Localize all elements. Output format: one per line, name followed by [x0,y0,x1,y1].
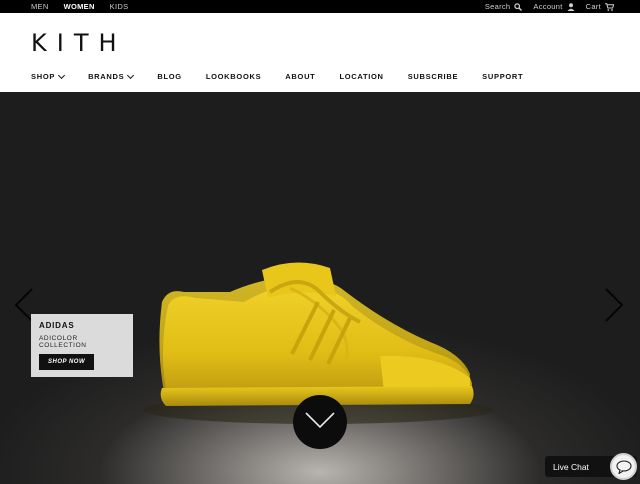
promo-brand: ADIDAS [39,321,75,330]
gender-tab-kids[interactable]: KIDS [110,2,129,11]
chevron-right-icon[interactable] [604,288,624,322]
promo-collection: ADICOLOR COLLECTION [39,335,87,349]
nav-about[interactable]: ABOUT [285,72,315,81]
nav-brands-label: BRANDS [88,72,125,81]
account-icon [567,2,575,11]
nav-subscribe[interactable]: SUBSCRIBE [408,72,458,81]
chevron-down-icon [58,71,66,79]
chevron-down-icon [127,71,135,79]
site-header: KITH SHOP BRANDS BLOG LOOKBOOKS ABOUT LO… [0,13,640,92]
search-label: Search [484,2,511,11]
hero-slider: ADIDAS ADICOLOR COLLECTION SHOP NOW Live… [0,92,640,484]
promo-card: ADIDAS ADICOLOR COLLECTION SHOP NOW [31,314,133,377]
nav-blog[interactable]: BLOG [157,72,181,81]
chat-bubble-button[interactable] [610,453,637,480]
kith-logo[interactable]: KITH [31,29,127,57]
account-link[interactable]: Account [533,2,575,11]
search-link[interactable]: Search [485,2,523,11]
nav-shop-label: SHOP [31,72,56,81]
main-nav: SHOP BRANDS BLOG LOOKBOOKS ABOUT LOCATIO… [31,71,547,81]
scroll-down-button[interactable] [293,395,347,449]
cart-label: Cart [585,2,601,11]
search-icon [514,2,523,11]
nav-lookbooks[interactable]: LOOKBOOKS [206,72,261,81]
cart-link[interactable]: Cart [586,2,614,11]
nav-location[interactable]: LOCATION [339,72,383,81]
gender-tab-men[interactable]: MEN [31,2,49,11]
top-bar: MEN WOMEN KIDS Search Account Cart [0,0,640,13]
cart-icon [605,2,614,11]
nav-shop[interactable]: SHOP [31,71,66,81]
gender-tabs: MEN WOMEN KIDS [31,0,128,13]
nav-brands[interactable]: BRANDS [88,71,135,81]
live-chat-label: Live Chat [553,461,589,472]
shop-now-button[interactable]: SHOP NOW [39,354,95,370]
nav-support[interactable]: SUPPORT [482,72,523,81]
account-label: Account [533,2,563,11]
chat-icon [616,460,632,474]
gender-tab-women[interactable]: WOMEN [64,2,95,11]
chevron-down-icon [305,412,335,429]
utility-links: Search Account Cart [485,0,614,13]
